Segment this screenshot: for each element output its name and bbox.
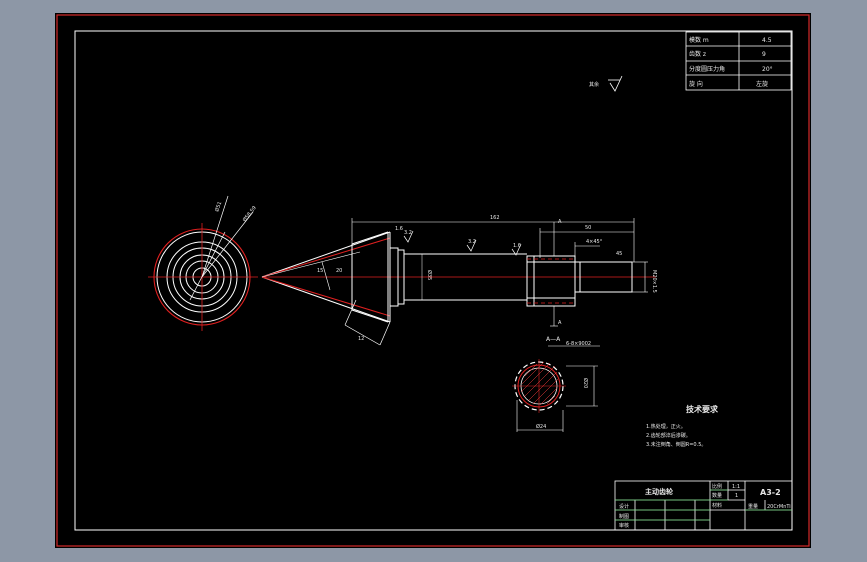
- scale-value: 1:1: [732, 484, 740, 490]
- param-name-3: 旋 向: [689, 80, 703, 88]
- dim-label: 45: [616, 251, 622, 257]
- param-name-1: 齿数 z: [689, 50, 706, 58]
- dim-label: 162: [490, 215, 500, 221]
- param-name-0: 模数 m: [689, 36, 709, 44]
- dim-label: Ø51: [213, 201, 223, 213]
- dim-label: 12: [358, 336, 364, 342]
- tech-req-item: 3.未注倒角、倒圆R=0.5。: [646, 441, 706, 448]
- design-label: 设计: [619, 503, 629, 510]
- draw-label: 制图: [619, 513, 629, 520]
- weight-label: 重量: [748, 503, 758, 510]
- gear-cone-view: [261, 231, 656, 346]
- param-value-3: 左旋: [756, 80, 768, 88]
- dim-label: Ø24: [536, 423, 546, 430]
- material-label: 材料: [712, 502, 722, 509]
- param-value-2: 20°: [762, 66, 773, 73]
- qty-value: 1: [735, 493, 738, 499]
- dim-label: 4×45°: [586, 239, 603, 245]
- param-value-0: 4.5: [762, 37, 772, 44]
- part-name: 主动齿轮: [645, 487, 673, 496]
- section-mark: A: [558, 219, 562, 225]
- scale-label: 比例: [712, 483, 722, 490]
- dim-label: Ø35: [426, 270, 433, 280]
- roughness-label: 1.6: [395, 226, 403, 232]
- roughness-note: 其余: [589, 81, 599, 88]
- section-mark: A: [558, 320, 562, 326]
- inner-border: [74, 30, 793, 531]
- dimension-lines: [351, 218, 648, 327]
- qty-label: 数量: [712, 492, 722, 499]
- dim-label: 15: [317, 268, 323, 274]
- outer-border: [56, 14, 810, 547]
- roughness-symbol-icon: [403, 230, 522, 256]
- dim-label: M20×1.5: [651, 270, 657, 293]
- check-label: 审核: [619, 522, 629, 529]
- section-label: A—A: [546, 336, 561, 343]
- drawing-number: A3-2: [760, 488, 781, 497]
- dim-label: Ø58.59: [241, 205, 258, 224]
- cad-drawing: 模数 m 4.5 齿数 z 9 分度圆压力角 20° 旋 向 左旋 其余 Ø51…: [56, 14, 810, 547]
- param-value-1: 9: [762, 51, 766, 58]
- tech-req-item: 2.齿轮部淬后渗碳。: [646, 432, 691, 439]
- tech-req-item: 1.热处理，正火。: [646, 423, 686, 430]
- gear-end-view: [148, 195, 258, 331]
- dim-label: 20: [336, 268, 342, 274]
- material-value: 20CrMnTi: [767, 504, 791, 510]
- param-name-2: 分度圆压力角: [689, 65, 725, 73]
- dim-label: Ø20: [582, 378, 589, 388]
- tech-req-title: 技术要求: [686, 404, 719, 414]
- roughness-symbol-icon: [608, 75, 623, 92]
- dim-label: 50: [585, 225, 591, 231]
